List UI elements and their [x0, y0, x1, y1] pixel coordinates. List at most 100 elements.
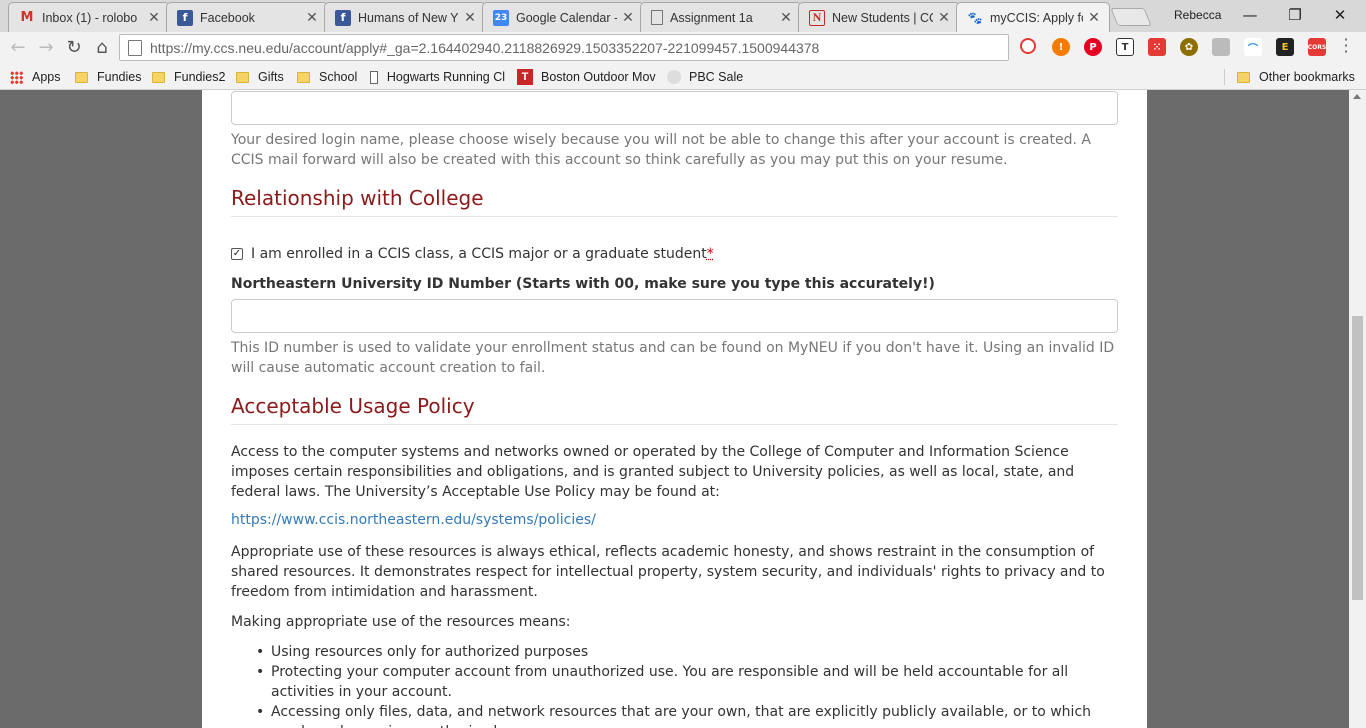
page-info-icon[interactable] [128, 39, 142, 56]
login-name-input[interactable] [231, 91, 1118, 125]
folder-icon [297, 71, 310, 83]
tab-title: Google Calendar - [516, 10, 617, 25]
tab-title: Assignment 1a [670, 10, 753, 25]
close-icon[interactable]: ✕ [463, 10, 477, 26]
aup-list: Using resources only for authorized purp… [231, 642, 1119, 728]
restore-icon[interactable]: ❐ [1275, 4, 1315, 26]
reload-icon[interactable]: ↻ [62, 36, 86, 60]
pinterest-icon[interactable]: P [1084, 38, 1102, 56]
bookmark-label: Boston Outdoor Mov [541, 70, 656, 84]
bookmark-label: Fundies [97, 70, 142, 84]
aup-heading: Acceptable Usage Policy [231, 394, 1118, 425]
close-icon[interactable]: ✕ [621, 10, 635, 26]
gmail-icon: M [20, 10, 34, 25]
window-close-icon[interactable]: ✕ [1320, 4, 1360, 26]
tab-myccis[interactable]: 🐾 myCCIS: Apply for ✕ [956, 2, 1110, 32]
tab-humans-of-new-york[interactable]: f Humans of New Y ✕ [324, 2, 486, 32]
browser-toolbar: ← → ↻ ⌂ ! P T ⁙ ✿ ⌒ E CORS ··· [0, 32, 1366, 63]
enrolled-checkbox[interactable]: ✓ [231, 248, 243, 260]
close-icon[interactable]: ✕ [937, 10, 951, 26]
folder-icon [75, 71, 88, 83]
document-icon [370, 70, 378, 84]
profile-button[interactable]: Rebecca [1174, 8, 1221, 22]
page-content: Your desired login name, please choose w… [202, 90, 1147, 728]
aup-paragraph-3: Making appropriate use of the resources … [231, 614, 571, 630]
apps-icon [10, 70, 23, 84]
dice-extension-icon[interactable]: ⁙ [1148, 38, 1166, 56]
close-icon[interactable]: ✕ [779, 10, 793, 26]
bookmark-label: Hogwarts Running Cl [386, 70, 505, 84]
document-icon [651, 10, 663, 25]
bookmarks-bar: Apps Fundies Fundies2 Gifts School Hogwa… [0, 63, 1366, 90]
e-extension-icon[interactable]: E [1276, 38, 1294, 56]
tab-title: Inbox (1) - rolobo [42, 10, 138, 25]
facebook-icon: f [335, 9, 351, 26]
facebook-icon: f [177, 9, 193, 26]
tab-assignment[interactable]: Assignment 1a ✕ [640, 2, 802, 32]
tab-title: Facebook [200, 10, 255, 25]
alert-extension-icon[interactable]: ! [1052, 38, 1070, 56]
list-item: Using resources only for authorized purp… [231, 642, 1119, 662]
bookmark-gifts[interactable]: Gifts [236, 67, 284, 87]
northeastern-icon: N [809, 9, 825, 26]
dss-extension-icon[interactable] [1212, 38, 1230, 56]
tab-title: New Students | CC [832, 10, 933, 25]
login-help-text: Your desired login name, please choose w… [231, 132, 1091, 168]
scroll-up-icon[interactable] [1353, 94, 1361, 99]
aup-paragraph-2: Appropriate use of these resources is al… [231, 544, 1105, 600]
close-icon[interactable]: ✕ [1087, 10, 1101, 26]
bookmark-label: Other bookmarks [1259, 70, 1355, 84]
enrolled-checkbox-row[interactable]: ✓ I am enrolled in a CCIS class, a CCIS … [231, 246, 714, 262]
bookmark-fundies[interactable]: Fundies [75, 67, 141, 87]
list-item: Accessing only files, data, and network … [231, 702, 1119, 728]
bookmark-label: Fundies2 [174, 70, 226, 84]
enrolled-label: I am enrolled in a CCIS class, a CCIS ma… [251, 246, 707, 262]
aup-paragraph-1: Access to the computer systems and netwo… [231, 444, 1075, 500]
close-icon[interactable]: ✕ [147, 10, 161, 26]
close-icon[interactable]: ✕ [305, 10, 319, 26]
tab-google-calendar[interactable]: 23 Google Calendar - ✕ [482, 2, 644, 32]
scrollbar-thumb[interactable] [1352, 316, 1363, 600]
bookmark-apps[interactable]: Apps [10, 67, 61, 87]
tab-strip: M Inbox (1) - rolobo ✕ f Facebook ✕ f Hu… [0, 0, 1366, 32]
cors-extension-icon[interactable]: CORS [1308, 38, 1326, 56]
nuid-label: Northeastern University ID Number (Start… [231, 276, 935, 292]
bookmark-other[interactable]: Other bookmarks [1237, 67, 1355, 87]
calendar-icon: 23 [493, 9, 509, 26]
new-tab-button[interactable] [1110, 8, 1152, 26]
aup-policy-link[interactable]: https://www.ccis.northeastern.edu/system… [231, 512, 596, 528]
address-bar[interactable] [119, 34, 1009, 61]
home-icon[interactable]: ⌂ [90, 36, 114, 60]
t-icon: T [517, 69, 533, 85]
paw-icon: 🐾 [967, 10, 983, 25]
nuid-help-text: This ID number is used to validate your … [231, 340, 1115, 376]
opera-extension-icon[interactable] [1020, 38, 1036, 54]
menu-icon[interactable]: · · · [1340, 32, 1352, 60]
pbc-icon [667, 70, 681, 84]
folder-icon [236, 71, 249, 83]
nuid-input[interactable] [231, 299, 1118, 333]
minimize-icon[interactable]: — [1230, 4, 1270, 26]
rainbow-extension-icon[interactable]: ⌒ [1244, 38, 1262, 56]
relationship-heading: Relationship with College [231, 186, 1118, 217]
bookmark-label: Gifts [258, 70, 284, 84]
plant-extension-icon[interactable]: ✿ [1180, 38, 1198, 56]
forward-icon[interactable]: → [34, 36, 58, 60]
bookmark-hogwarts-running[interactable]: Hogwarts Running Cl [370, 67, 505, 87]
bookmark-label: School [319, 70, 358, 84]
tab-gmail[interactable]: M Inbox (1) - rolobo ✕ [8, 2, 170, 32]
bookmark-label: PBC Sale [689, 70, 744, 84]
back-icon[interactable]: ← [6, 36, 30, 60]
url-input[interactable] [150, 39, 1008, 56]
bookmark-pbc-sale[interactable]: PBC Sale [667, 67, 743, 87]
tab-new-students[interactable]: N New Students | CC ✕ [798, 2, 960, 32]
text-extension-icon[interactable]: T [1116, 38, 1134, 56]
tab-facebook[interactable]: f Facebook ✕ [166, 2, 328, 32]
bookmark-boston-outdoor[interactable]: T Boston Outdoor Mov [517, 67, 657, 87]
bookmark-school[interactable]: School [297, 67, 357, 87]
bookmark-label: Apps [32, 70, 61, 84]
bookmark-fundies2[interactable]: Fundies2 [152, 67, 225, 87]
page-scrollbar[interactable] [1349, 90, 1366, 728]
required-marker: * [706, 246, 714, 262]
list-item: Protecting your computer account from un… [231, 662, 1119, 702]
